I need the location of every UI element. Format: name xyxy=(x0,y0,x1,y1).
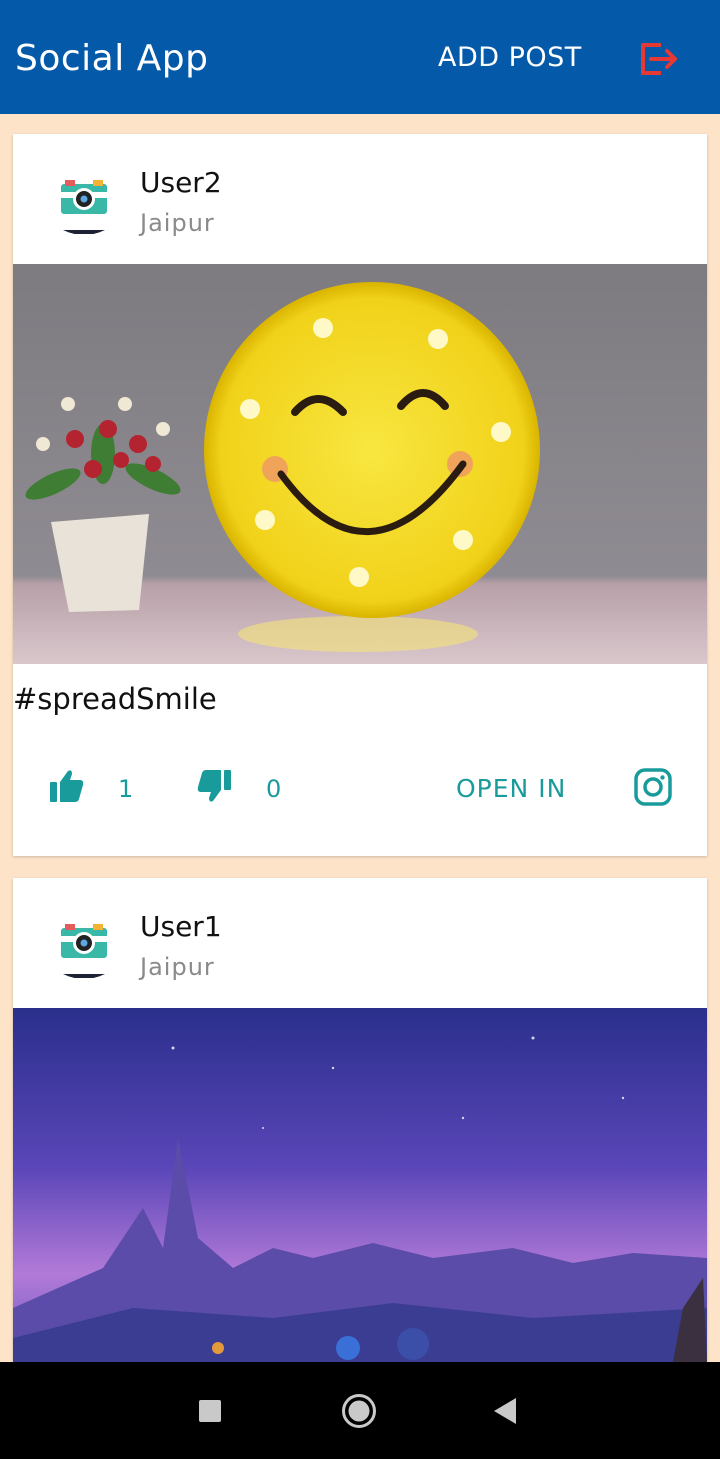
post-image xyxy=(13,1008,707,1362)
thumbs-up-icon xyxy=(50,770,84,802)
thumbs-down-icon xyxy=(197,770,231,802)
avatar xyxy=(59,176,109,235)
camera-icon xyxy=(61,180,107,235)
post-username: User2 xyxy=(140,166,222,199)
post-username: User1 xyxy=(140,910,222,943)
instagram-button[interactable] xyxy=(634,768,672,810)
app-bar: Social App ADD POST xyxy=(0,0,720,114)
recents-square-icon xyxy=(199,1400,221,1422)
system-nav-bar xyxy=(0,1362,720,1459)
back-triangle-icon xyxy=(494,1398,516,1424)
add-post-button[interactable]: ADD POST xyxy=(438,42,582,73)
post-location: Jaipur xyxy=(140,209,215,237)
app-title: Social App xyxy=(15,38,209,79)
recents-button[interactable] xyxy=(199,1400,221,1426)
post-image xyxy=(13,264,707,664)
dislikes-count: 0 xyxy=(266,775,282,803)
dislike-button[interactable] xyxy=(196,768,232,808)
post-caption: #spreadSmile xyxy=(13,682,217,716)
like-button[interactable] xyxy=(49,768,85,808)
home-circle-icon xyxy=(342,1394,376,1428)
back-button[interactable] xyxy=(494,1398,518,1428)
camera-icon xyxy=(61,924,107,979)
open-in-button[interactable]: OPEN IN xyxy=(456,774,566,803)
post-location: Jaipur xyxy=(140,953,215,981)
logout-button[interactable] xyxy=(637,40,679,78)
instagram-icon xyxy=(634,768,672,806)
avatar xyxy=(59,920,109,979)
logout-icon xyxy=(641,43,677,75)
likes-count: 1 xyxy=(118,775,134,803)
post-card: User2 Jaipur #spreadSmile 1 0 OPEN IN xyxy=(13,134,707,856)
post-card: User1 Jaipur xyxy=(13,878,707,1362)
home-button[interactable] xyxy=(341,1393,377,1433)
